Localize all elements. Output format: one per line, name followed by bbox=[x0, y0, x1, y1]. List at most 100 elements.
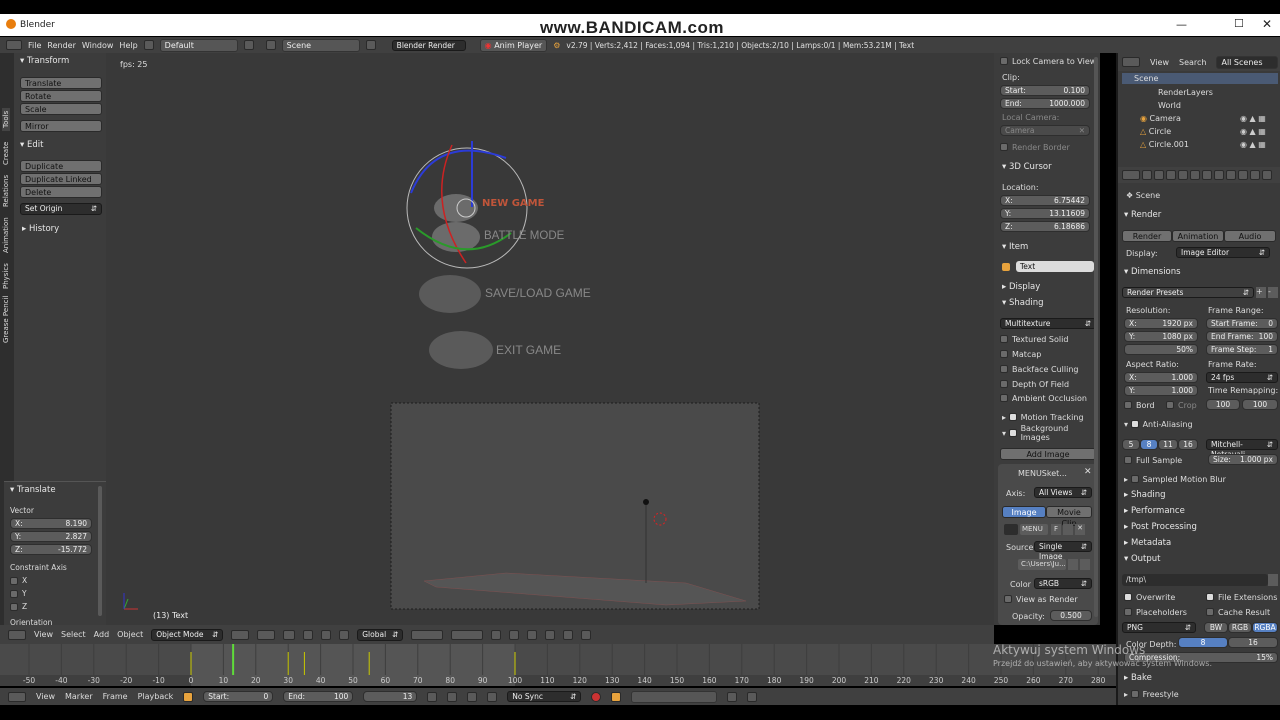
constraint-x-checkbox[interactable] bbox=[10, 577, 18, 585]
world-context-icon[interactable] bbox=[1178, 170, 1188, 180]
timeline-editor-icon[interactable] bbox=[8, 691, 26, 702]
maximize-icon[interactable]: ☐ bbox=[1234, 17, 1244, 30]
layout-icon[interactable] bbox=[143, 40, 154, 50]
dimensions-header[interactable]: ▾ Dimensions bbox=[1124, 265, 1181, 279]
shading-header[interactable]: ▾ Shading bbox=[1002, 296, 1044, 310]
mirror-button[interactable]: Mirror bbox=[20, 120, 102, 132]
clip-end-field[interactable]: End: 1000.000 bbox=[1000, 98, 1090, 109]
shading-mode-select[interactable]: Multitexture ⇵ bbox=[1000, 318, 1096, 329]
rgba-button[interactable]: RGBA bbox=[1252, 622, 1278, 633]
cursor-z-field[interactable]: Z: 6.18686 bbox=[1000, 221, 1090, 232]
backface-row[interactable]: Backface Culling bbox=[1000, 362, 1078, 376]
aa-8-button[interactable]: 8 bbox=[1140, 439, 1158, 450]
item-header[interactable]: ▾ Item bbox=[1002, 240, 1028, 254]
motion-blur-header[interactable]: ▸ Sampled Motion Blur bbox=[1124, 472, 1226, 486]
translate-manip-icon[interactable] bbox=[303, 629, 314, 640]
render-panel-header[interactable]: ▾ Render bbox=[1124, 208, 1161, 222]
tab-relations[interactable]: Relations bbox=[2, 175, 10, 207]
layers2-icon[interactable] bbox=[451, 629, 484, 640]
viewport-menu-select[interactable]: Select bbox=[61, 630, 86, 639]
viewport-menu-add[interactable]: Add bbox=[94, 630, 110, 639]
jump-start-icon[interactable] bbox=[427, 691, 438, 702]
tab-physics[interactable]: Physics bbox=[2, 263, 10, 289]
aa-16-button[interactable]: 16 bbox=[1178, 439, 1198, 450]
aa-size-field[interactable]: Size: 1.000 px bbox=[1208, 454, 1278, 465]
crop-checkbox[interactable] bbox=[1166, 401, 1174, 409]
outliner-item-scene[interactable]: Scene bbox=[1122, 73, 1278, 84]
start-frame-field[interactable]: Start Frame: 0 bbox=[1206, 318, 1278, 329]
play-reverse-icon[interactable] bbox=[447, 691, 458, 702]
timeline[interactable]: -50 -40 -30 -20 -10 0 10 20 30 40 50 60 70 80 90 100 110… bbox=[0, 644, 1116, 686]
viewport-menu-object[interactable]: Object bbox=[117, 630, 143, 639]
shading-icon[interactable] bbox=[231, 629, 250, 640]
rotate-manip-icon[interactable] bbox=[321, 629, 332, 640]
outliner-filter-select[interactable]: All Scenes bbox=[1216, 55, 1279, 69]
sync-select[interactable]: No Sync ⇵ bbox=[507, 691, 582, 702]
remove-bg-icon[interactable]: ✕ bbox=[1084, 467, 1092, 477]
placeholders-row[interactable]: Placeholders bbox=[1124, 605, 1187, 619]
delete-key-icon[interactable] bbox=[747, 691, 758, 702]
outliner-item-circle[interactable]: △ Circle bbox=[1140, 127, 1171, 136]
render-border-row[interactable]: Render Border bbox=[1000, 140, 1070, 154]
render-layers-context-icon[interactable] bbox=[1154, 170, 1164, 180]
insert-key-icon[interactable] bbox=[727, 691, 738, 702]
source-select[interactable]: Single Image ⇵ bbox=[1034, 541, 1092, 561]
render-border-checkbox[interactable] bbox=[1000, 143, 1008, 151]
output-path-field[interactable]: /tmp\ bbox=[1122, 574, 1268, 586]
menu-help[interactable]: Help bbox=[119, 41, 137, 50]
physics-context-icon[interactable] bbox=[1262, 170, 1272, 180]
border-row[interactable]: Bord bbox=[1124, 398, 1155, 412]
view-as-render-checkbox[interactable] bbox=[1004, 595, 1012, 603]
visibility-eye-icon[interactable]: ◉ ▲ ▦ bbox=[1240, 114, 1266, 123]
menu-file[interactable]: File bbox=[28, 41, 41, 50]
constraint-z[interactable]: Z bbox=[10, 602, 27, 611]
outliner-item-world[interactable]: World bbox=[1158, 101, 1181, 110]
display-select[interactable]: Image Editor ⇵ bbox=[1176, 247, 1270, 258]
cursor-x-field[interactable]: X: 6.75442 bbox=[1000, 195, 1090, 206]
preview-range-icon[interactable] bbox=[183, 691, 194, 702]
history-header[interactable]: ▸ History bbox=[22, 222, 59, 236]
duplicate-linked-button[interactable]: Duplicate Linked bbox=[20, 173, 102, 185]
viewport-menu-view[interactable]: View bbox=[34, 630, 53, 639]
tab-grease-pencil[interactable]: Grease Pencil bbox=[2, 296, 10, 343]
file-ext-row[interactable]: File Extensions bbox=[1206, 590, 1277, 604]
manipulator-icon[interactable] bbox=[283, 629, 296, 640]
record-icon[interactable] bbox=[591, 691, 602, 702]
opacity-field[interactable]: 0.500 bbox=[1050, 610, 1092, 621]
timeline-menu-frame[interactable]: Frame bbox=[103, 692, 128, 701]
menu-window[interactable]: Window bbox=[82, 41, 114, 50]
constraint-x[interactable]: X bbox=[10, 576, 27, 585]
lock-icon[interactable] bbox=[491, 629, 502, 640]
rotate-button[interactable]: Rotate bbox=[20, 90, 102, 102]
animation-button[interactable]: Animation bbox=[1172, 230, 1224, 242]
textured-solid-row[interactable]: Textured Solid bbox=[1000, 332, 1068, 346]
scale-manip-icon[interactable] bbox=[339, 629, 350, 640]
image-open-icon[interactable]: ✕ bbox=[1075, 524, 1085, 535]
vector-x-field[interactable]: X: 8.190 bbox=[10, 518, 92, 529]
depth-16-button[interactable]: 16 bbox=[1228, 637, 1278, 648]
depth-8-button[interactable]: 8 bbox=[1178, 637, 1228, 648]
vector-z-field[interactable]: Z: -15.772 bbox=[10, 544, 92, 555]
post-processing-header[interactable]: ▸ Post Processing bbox=[1124, 520, 1197, 534]
object-context-icon[interactable] bbox=[1190, 170, 1200, 180]
image-fake-user[interactable]: F bbox=[1051, 524, 1061, 535]
operator-scrollbar[interactable] bbox=[98, 486, 102, 616]
outliner-item-renderlayers[interactable]: RenderLayers bbox=[1158, 88, 1213, 97]
constraint-z-checkbox[interactable] bbox=[10, 603, 18, 611]
aspect-x-field[interactable]: X: 1.000 bbox=[1124, 372, 1198, 383]
viewport-editor-icon[interactable] bbox=[8, 629, 26, 640]
snap-target-icon[interactable] bbox=[545, 629, 556, 640]
bg-images-row[interactable]: ▾ Background Images bbox=[1002, 424, 1100, 442]
local-camera-field[interactable]: Camera ✕ bbox=[1000, 125, 1090, 136]
constraint-y-checkbox[interactable] bbox=[10, 590, 18, 598]
timeline-menu-marker[interactable]: Marker bbox=[65, 692, 93, 701]
delete-button[interactable]: Delete bbox=[20, 186, 102, 198]
render-button[interactable]: Render bbox=[1122, 230, 1172, 242]
view-as-render-row[interactable]: View as Render bbox=[1004, 592, 1078, 606]
cursor-y-field[interactable]: Y: 13.11609 bbox=[1000, 208, 1090, 219]
file-ext-checkbox[interactable] bbox=[1206, 593, 1214, 601]
clip-start-field[interactable]: Start: 0.100 bbox=[1000, 85, 1090, 96]
outliner-item-camera[interactable]: ◉ Camera bbox=[1140, 114, 1181, 123]
image-new-icon[interactable] bbox=[1063, 524, 1073, 535]
border-checkbox[interactable] bbox=[1124, 401, 1132, 409]
